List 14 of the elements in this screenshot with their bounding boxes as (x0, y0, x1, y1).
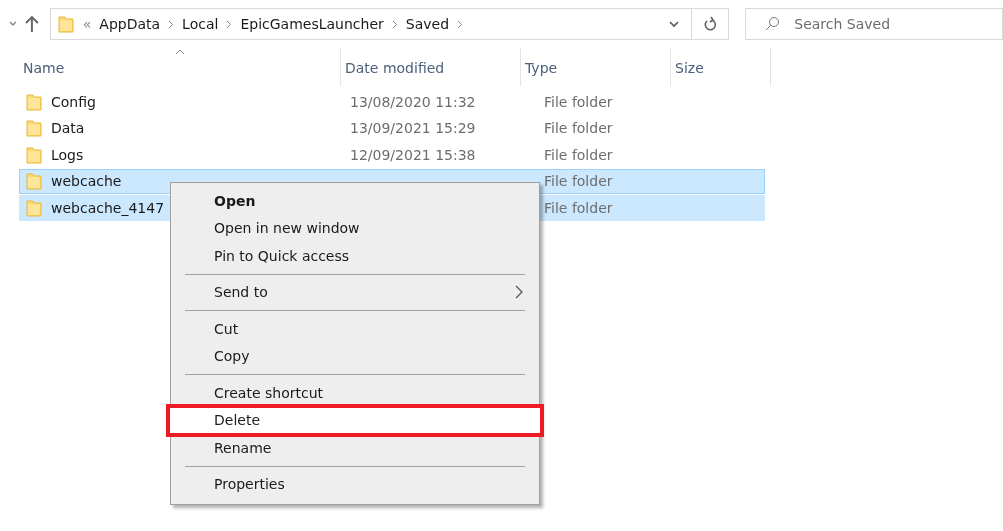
search-placeholder: Search Saved (794, 16, 891, 32)
file-type: File folder (544, 146, 613, 163)
file-name: webcache (51, 173, 122, 190)
file-type: File folder (544, 199, 613, 216)
file-type: File folder (544, 93, 613, 110)
date-modified: 13/09/2021 15:29 (350, 120, 476, 137)
file-type: File folder (544, 173, 613, 190)
file-name: webcache_4147 (51, 199, 165, 216)
date-modified: 13/08/2020 11:32 (350, 93, 476, 110)
file-name: Config (51, 93, 96, 110)
file-type: File folder (544, 120, 613, 137)
file-name: Logs (51, 146, 84, 163)
file-name: Data (51, 120, 85, 137)
date-modified: 12/09/2021 15:38 (350, 146, 476, 163)
